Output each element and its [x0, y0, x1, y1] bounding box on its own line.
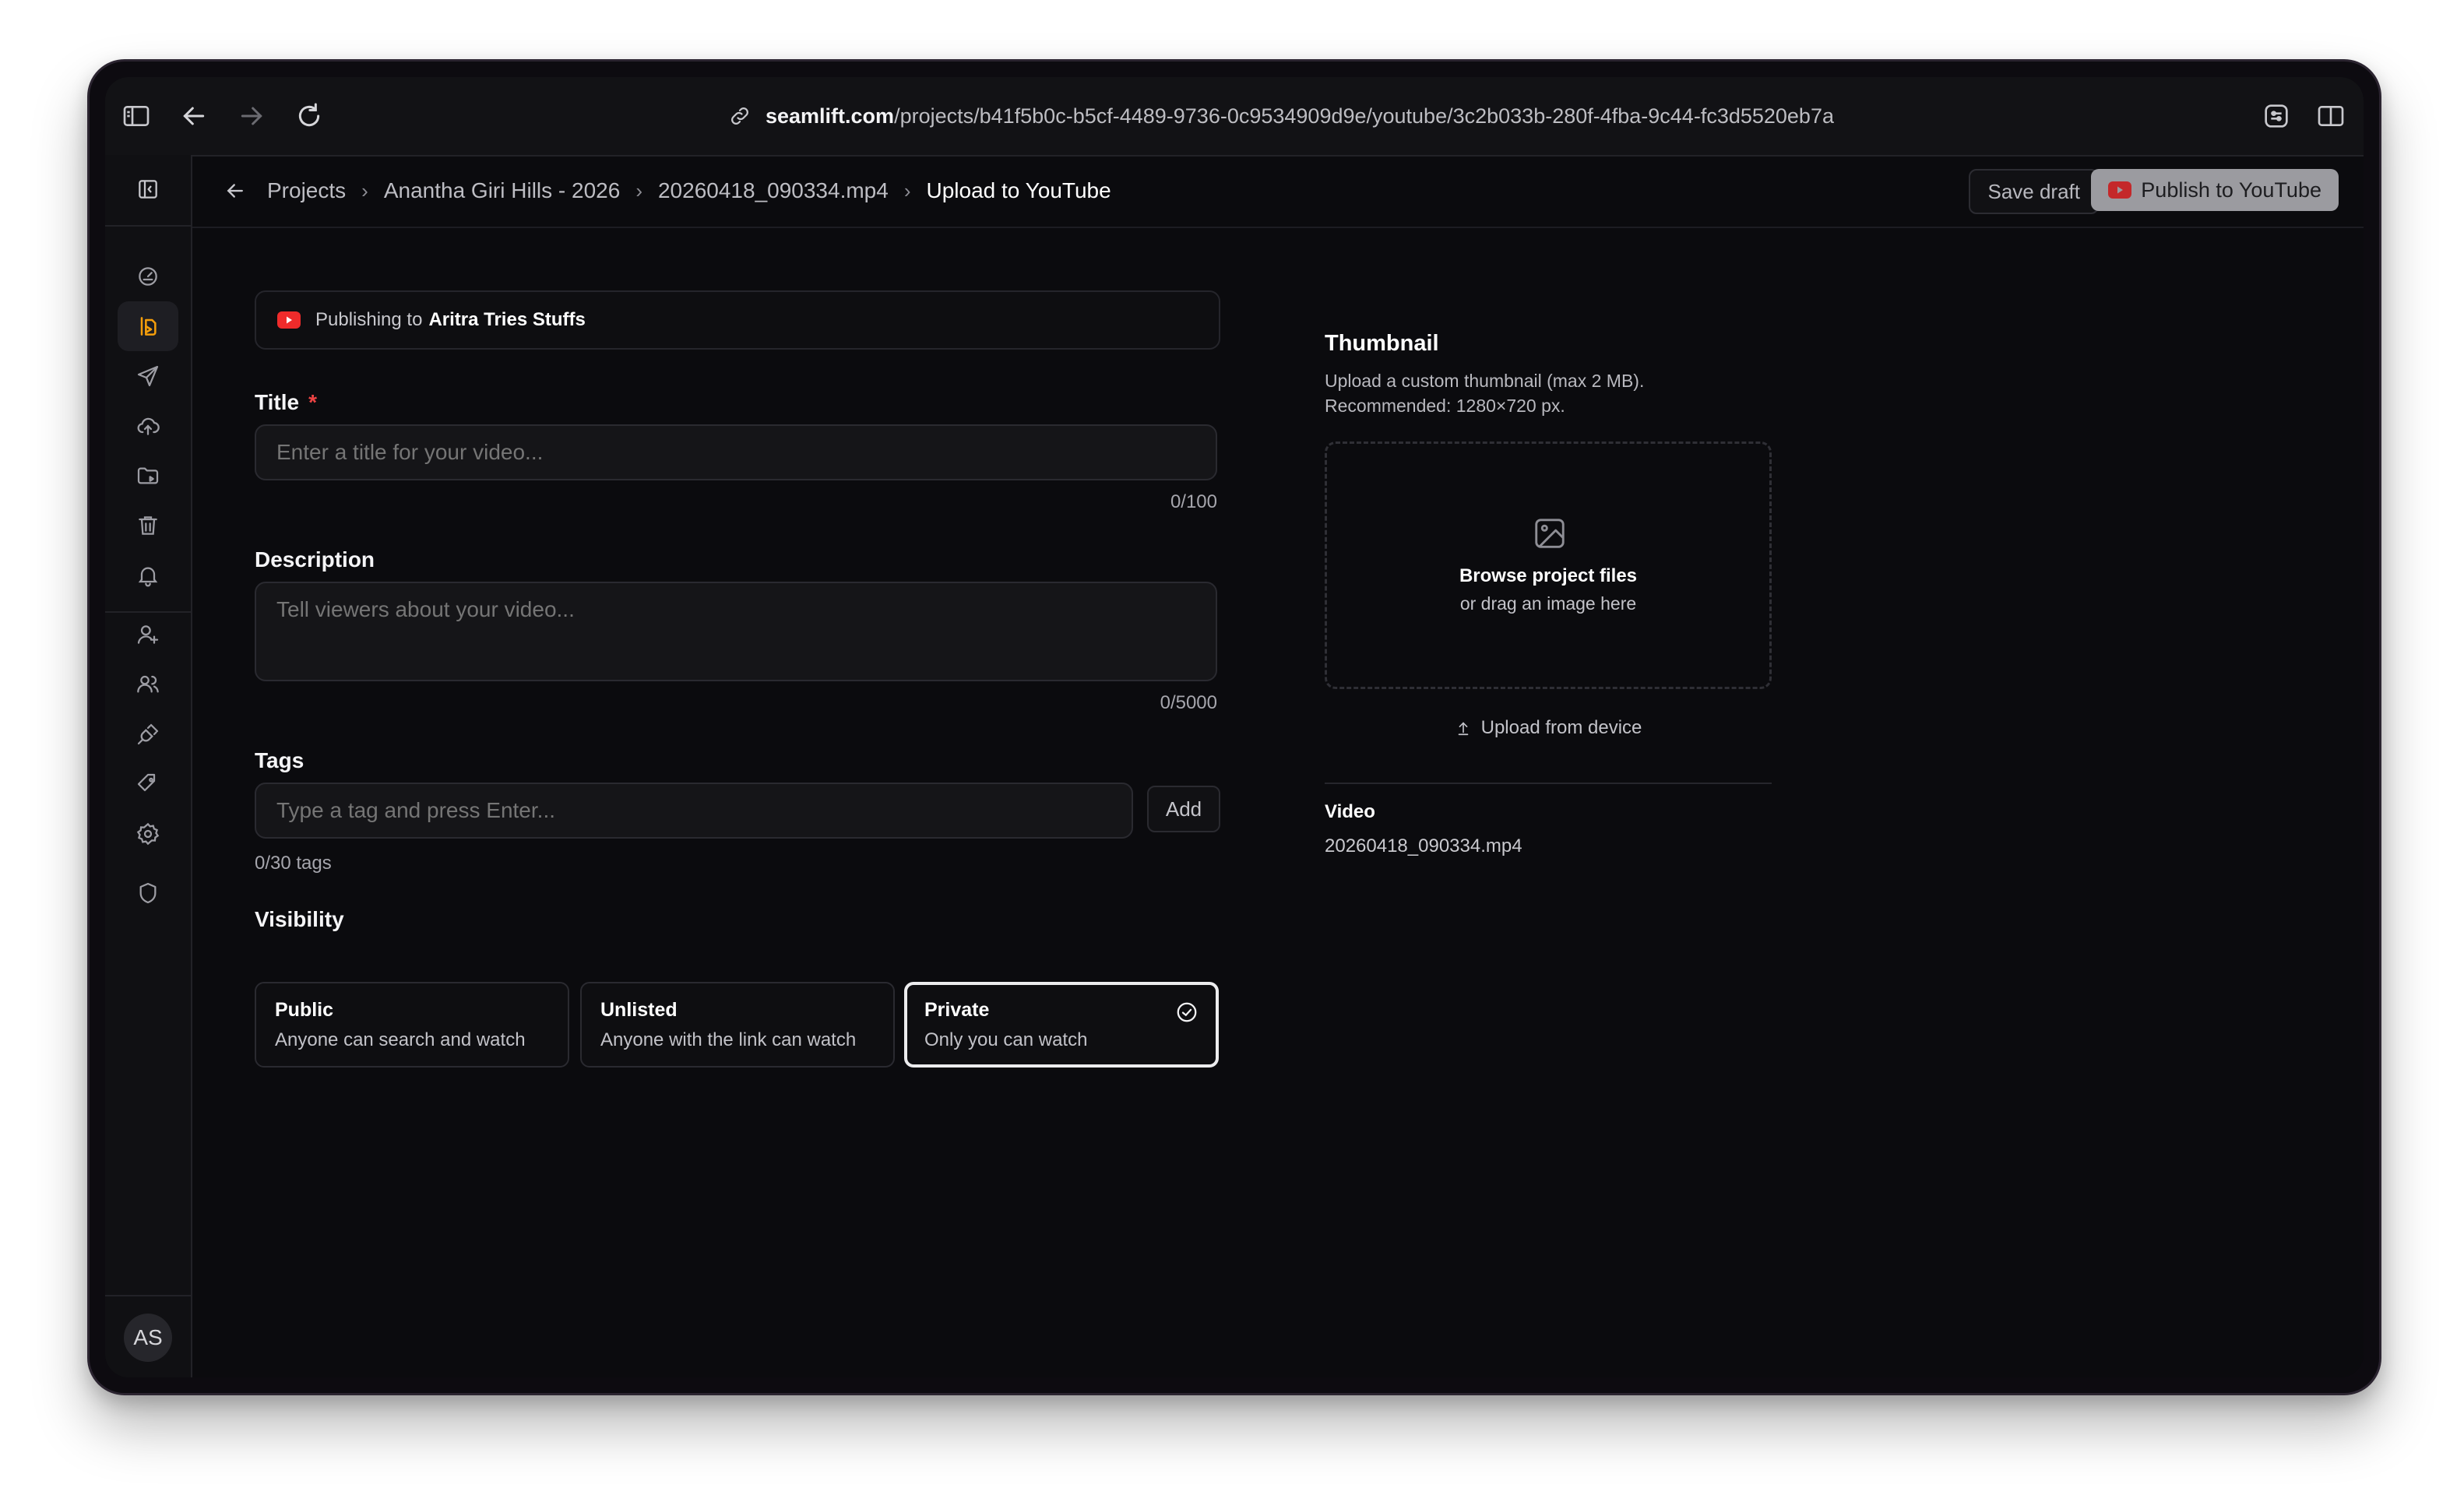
channel-name: Aritra Tries Stuffs [428, 309, 586, 330]
visibility-option-desc: Anyone with the link can watch [600, 1029, 857, 1050]
trash-icon[interactable] [118, 501, 178, 550]
back-arrow-icon[interactable] [178, 100, 209, 132]
youtube-icon [277, 311, 301, 329]
sidebar-divider [105, 1295, 191, 1296]
visibility-option-private[interactable]: Private Only you can watch [904, 982, 1219, 1068]
description-label: Description [255, 547, 375, 572]
breadcrumb-projects[interactable]: Projects [267, 178, 346, 203]
browse-project-files[interactable]: Browse project files [1327, 565, 1769, 587]
tags-input[interactable] [255, 783, 1133, 839]
notification-bell-icon[interactable] [118, 550, 178, 600]
browser-chrome: seamlift.com/projects/b41f5b0c-b5cf-4489… [105, 77, 2364, 1377]
visibility-label: Visibility [255, 907, 344, 931]
publishing-prefix: Publishing to [315, 309, 423, 330]
thumbnail-description-line: Recommended: 1280×720 px. [1325, 396, 1565, 416]
required-marker: * [308, 390, 317, 414]
send-icon[interactable] [118, 351, 178, 401]
publish-button-label: Publish to YouTube [2141, 178, 2321, 202]
breadcrumb-project[interactable]: Anantha Giri Hills - 2026 [384, 178, 620, 203]
tags-label: Tags [255, 748, 304, 772]
breadcrumb: Projects › Anantha Giri Hills - 2026 › 2… [224, 155, 1111, 227]
dashboard-gauge-icon[interactable] [118, 252, 178, 301]
video-label: Video [1325, 801, 1375, 822]
extension-icon[interactable] [2261, 100, 2292, 132]
main-content: Publishing to Aritra Tries Stuffs Title *… [192, 228, 2364, 1377]
collapse-sidebar-icon[interactable] [118, 164, 178, 214]
breadcrumb-file[interactable]: 20260418_090334.mp4 [658, 178, 889, 203]
image-icon [1535, 519, 1565, 548]
forward-arrow-icon[interactable] [236, 100, 267, 132]
upload-icon [1458, 722, 1468, 736]
user-avatar[interactable]: AS [124, 1314, 172, 1362]
security-shield-icon[interactable] [118, 868, 178, 918]
thumbnail-title: Thumbnail [1325, 331, 1439, 356]
chevron-right-icon: › [635, 178, 642, 202]
video-filename: 20260418_090334.mp4 [1325, 835, 1522, 857]
title-label-text: Title [255, 390, 300, 414]
projects-icon[interactable] [118, 301, 178, 351]
url-host: seamlift.com [766, 104, 895, 128]
title-char-counter: 0/100 [1170, 491, 1217, 512]
drag-hint: or drag an image here [1459, 593, 1637, 614]
description-textarea[interactable] [255, 582, 1217, 681]
chevron-right-icon: › [903, 178, 911, 202]
settings-gear-icon[interactable] [118, 809, 178, 859]
app-header: Projects › Anantha Giri Hills - 2026 › 2… [192, 155, 2364, 228]
add-user-icon[interactable] [118, 610, 178, 660]
chevron-right-icon: › [361, 178, 368, 202]
back-arrow-icon[interactable] [224, 179, 247, 202]
tag-ticket-icon[interactable] [118, 759, 178, 809]
address-bar[interactable]: seamlift.com/projects/b41f5b0c-b5cf-4489… [635, 99, 1927, 133]
title-label: Title * [255, 390, 317, 415]
team-users-icon[interactable] [118, 660, 178, 709]
publishing-banner: Publishing to Aritra Tries Stuffs [255, 290, 1220, 350]
browser-toolbar: seamlift.com/projects/b41f5b0c-b5cf-4489… [105, 77, 2364, 157]
thumbnail-dropzone[interactable]: Browse project files or drag an image he… [1325, 441, 1772, 689]
visibility-option-title: Public [275, 999, 334, 1021]
link-icon [731, 107, 748, 125]
visibility-option-title: Private [924, 999, 990, 1021]
save-draft-button[interactable]: Save draft [1969, 169, 2099, 214]
check-circle-icon [1177, 1002, 1197, 1022]
reload-icon[interactable] [294, 100, 325, 132]
visibility-option-unlisted[interactable]: Unlisted Anyone with the link can watch [580, 982, 895, 1068]
folder-icon[interactable] [118, 451, 178, 501]
split-view-icon[interactable] [2315, 100, 2346, 132]
add-tag-button[interactable]: Add [1147, 786, 1220, 832]
upload-from-device-label: Upload from device [1480, 717, 1642, 738]
integrations-plug-icon[interactable] [118, 709, 178, 759]
thumbnail-description-line: Upload a custom thumbnail (max 2 MB). [1325, 371, 1645, 391]
title-input[interactable] [255, 424, 1217, 480]
visibility-option-desc: Anyone can search and watch [275, 1029, 526, 1050]
sidebar-toggle-icon[interactable] [121, 100, 152, 132]
visibility-option-title: Unlisted [600, 999, 678, 1021]
app-sidebar: AS [105, 155, 192, 1377]
upload-from-device-button[interactable]: Upload from device [1325, 717, 1772, 739]
description-char-counter: 0/5000 [1160, 692, 1217, 713]
breadcrumb-current: Upload to YouTube [926, 178, 1111, 202]
visibility-option-desc: Only you can watch [924, 1029, 1088, 1050]
url-path: /projects/b41f5b0c-b5cf-4489-9736-0c9534… [894, 104, 1834, 128]
youtube-icon [2108, 181, 2132, 199]
publish-button[interactable]: Publish to YouTube [2091, 169, 2339, 211]
visibility-option-public[interactable]: Public Anyone can search and watch [255, 982, 569, 1068]
tags-counter: 0/30 tags [255, 853, 332, 874]
sidebar-divider [105, 225, 191, 227]
browser-window: seamlift.com/projects/b41f5b0c-b5cf-4489… [87, 59, 2381, 1395]
section-divider [1325, 783, 1772, 784]
cloud-upload-icon[interactable] [118, 401, 178, 451]
thumbnail-description: Upload a custom thumbnail (max 2 MB). Re… [1325, 368, 1808, 418]
